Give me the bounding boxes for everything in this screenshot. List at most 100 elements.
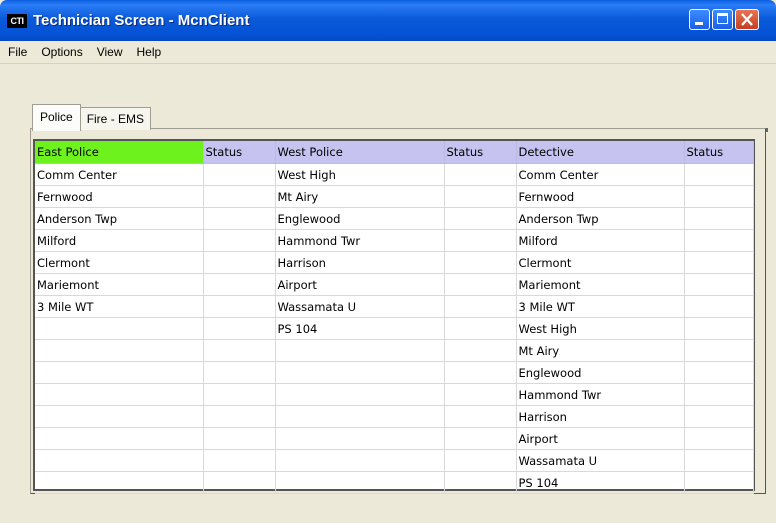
table-cell[interactable]: [202, 405, 276, 428]
col-header-status[interactable]: Status: [443, 141, 517, 164]
table-cell[interactable]: [443, 229, 517, 252]
table-cell[interactable]: [202, 295, 276, 318]
table-cell[interactable]: [274, 405, 445, 428]
menu-options[interactable]: Options: [34, 45, 89, 59]
table-cell[interactable]: [202, 383, 276, 406]
table-cell[interactable]: [683, 273, 754, 296]
col-header-west-police[interactable]: West Police: [274, 141, 445, 164]
table-row[interactable]: Clermont Harrison Clermont: [35, 251, 754, 274]
table-cell[interactable]: West High: [274, 163, 445, 186]
table-cell[interactable]: [274, 361, 445, 384]
close-icon[interactable]: [735, 9, 759, 30]
table-cell[interactable]: [202, 185, 276, 208]
table-cell[interactable]: [35, 317, 204, 340]
minimize-icon[interactable]: [689, 9, 710, 30]
table-row[interactable]: Hammond Twr: [35, 383, 754, 406]
table-cell[interactable]: Comm Center: [35, 163, 204, 186]
table-cell[interactable]: Englewood: [274, 207, 445, 230]
table-cell[interactable]: [443, 273, 517, 296]
table-cell[interactable]: [202, 207, 276, 230]
table-cell[interactable]: [274, 383, 445, 406]
table-cell[interactable]: [202, 427, 276, 450]
table-cell[interactable]: [443, 295, 517, 318]
table-cell[interactable]: [683, 163, 754, 186]
table-cell[interactable]: [443, 427, 517, 450]
table-cell[interactable]: [202, 229, 276, 252]
tab-police[interactable]: Police: [32, 104, 81, 131]
table-cell[interactable]: Mt Airy: [515, 339, 685, 362]
table-cell[interactable]: [35, 449, 204, 472]
table-cell[interactable]: [202, 251, 276, 274]
table-cell[interactable]: Milford: [35, 229, 204, 252]
table-cell[interactable]: [35, 339, 204, 362]
table-cell[interactable]: Hammond Twr: [274, 229, 445, 252]
table-cell[interactable]: [202, 449, 276, 472]
table-cell[interactable]: Mariemont: [515, 273, 685, 296]
col-header-east-police[interactable]: East Police: [35, 141, 204, 164]
table-cell[interactable]: [443, 207, 517, 230]
table-row[interactable]: 3 Mile WT Wassamata U 3 Mile WT: [35, 295, 754, 318]
table-cell[interactable]: [274, 471, 445, 494]
table-cell[interactable]: Hammond Twr: [515, 383, 685, 406]
table-cell[interactable]: 3 Mile WT: [35, 295, 204, 318]
table-cell[interactable]: Wassamata U: [274, 295, 445, 318]
table-cell[interactable]: [683, 185, 754, 208]
table-cell[interactable]: Mt Airy: [274, 185, 445, 208]
table-cell[interactable]: [683, 405, 754, 428]
table-cell[interactable]: PS 104: [515, 471, 685, 494]
table-row[interactable]: Airport: [35, 427, 754, 450]
table-row[interactable]: Englewood: [35, 361, 754, 384]
table-cell[interactable]: [202, 317, 276, 340]
table-cell[interactable]: [274, 449, 445, 472]
unit-grid[interactable]: East Police Status West Police Status De…: [33, 139, 755, 494]
table-cell[interactable]: 3 Mile WT: [515, 295, 685, 318]
table-cell[interactable]: [443, 317, 517, 340]
table-cell[interactable]: [683, 207, 754, 230]
table-cell[interactable]: [35, 405, 204, 428]
table-row[interactable]: Mariemont Airport Mariemont: [35, 273, 754, 296]
table-cell[interactable]: Comm Center: [515, 163, 685, 186]
table-cell[interactable]: [202, 361, 276, 384]
table-cell[interactable]: [35, 427, 204, 450]
col-header-status[interactable]: Status: [683, 141, 754, 164]
table-cell[interactable]: [443, 185, 517, 208]
title-bar[interactable]: CTI Technician Screen - McnClient: [0, 0, 776, 41]
maximize-icon[interactable]: [712, 9, 733, 30]
table-cell[interactable]: [202, 471, 276, 494]
table-cell[interactable]: [202, 273, 276, 296]
table-cell[interactable]: [443, 251, 517, 274]
table-cell[interactable]: [202, 163, 276, 186]
tab-fire-ems[interactable]: Fire - EMS: [79, 107, 152, 130]
table-cell[interactable]: Airport: [515, 427, 685, 450]
table-cell[interactable]: [274, 339, 445, 362]
table-row[interactable]: PS 104 West High: [35, 317, 754, 340]
table-row[interactable]: Mt Airy: [35, 339, 754, 362]
table-cell[interactable]: [443, 471, 517, 494]
table-cell[interactable]: [683, 471, 754, 494]
table-cell[interactable]: [683, 295, 754, 318]
menu-file[interactable]: File: [0, 45, 34, 59]
table-cell[interactable]: Clermont: [515, 251, 685, 274]
table-cell[interactable]: Airport: [274, 273, 445, 296]
table-cell[interactable]: [443, 449, 517, 472]
table-cell[interactable]: [683, 229, 754, 252]
table-cell[interactable]: [683, 383, 754, 406]
table-cell[interactable]: [35, 383, 204, 406]
col-header-detective[interactable]: Detective: [515, 141, 685, 164]
table-cell[interactable]: [443, 361, 517, 384]
table-row[interactable]: Anderson Twp Englewood Anderson Twp: [35, 207, 754, 230]
table-cell[interactable]: Clermont: [35, 251, 204, 274]
table-cell[interactable]: Harrison: [274, 251, 445, 274]
col-header-status[interactable]: Status: [202, 141, 276, 164]
table-cell[interactable]: [35, 361, 204, 384]
table-cell[interactable]: Fernwood: [515, 185, 685, 208]
table-cell[interactable]: Anderson Twp: [515, 207, 685, 230]
table-cell[interactable]: [683, 317, 754, 340]
table-cell[interactable]: Anderson Twp: [35, 207, 204, 230]
table-cell[interactable]: PS 104: [274, 317, 445, 340]
table-cell[interactable]: Fernwood: [35, 185, 204, 208]
table-cell[interactable]: West High: [515, 317, 685, 340]
table-cell[interactable]: [443, 405, 517, 428]
table-cell[interactable]: Wassamata U: [515, 449, 685, 472]
table-cell[interactable]: Harrison: [515, 405, 685, 428]
